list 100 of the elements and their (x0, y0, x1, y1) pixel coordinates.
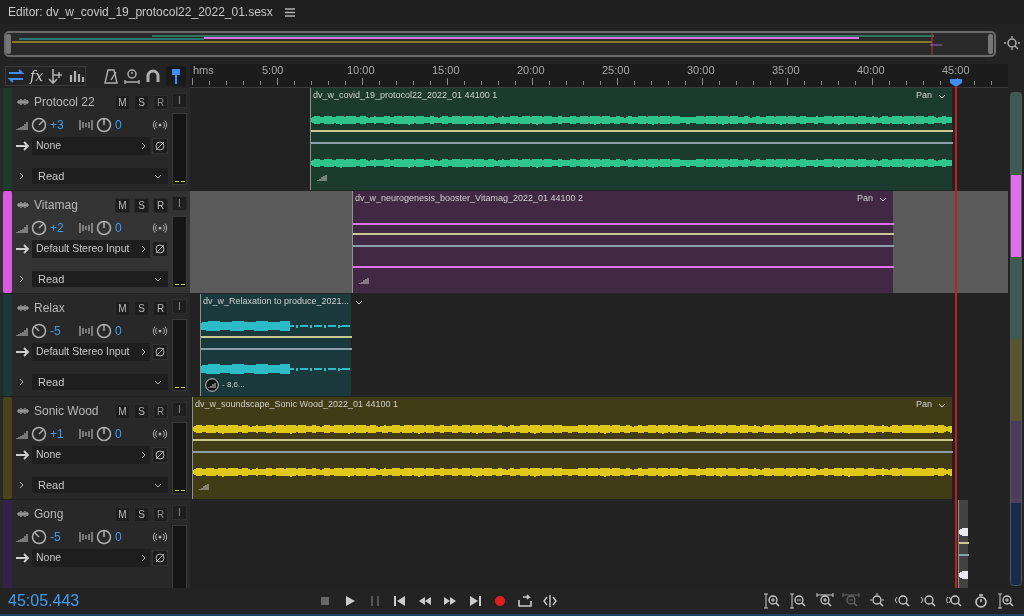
ruler-label: 20:00 (517, 64, 545, 77)
track-toggle[interactable]: R (153, 300, 168, 316)
broadcast-icon[interactable] (152, 223, 168, 233)
track-toggle[interactable]: M (115, 94, 130, 110)
pan-knob[interactable] (96, 529, 112, 545)
pan-knob[interactable] (96, 426, 112, 442)
vertical-scrollbar[interactable] (1010, 92, 1022, 586)
zoom-in-icon[interactable] (816, 593, 834, 609)
skip-to-start-icon[interactable] (393, 594, 407, 608)
volume-value[interactable]: -5 (50, 322, 76, 340)
track-name[interactable]: Vitamag (34, 196, 111, 214)
metronome-icon[interactable] (103, 68, 119, 84)
input-dropdown[interactable]: None (32, 549, 150, 567)
track-toggle[interactable]: R (153, 197, 168, 213)
volume-knob[interactable] (31, 117, 47, 133)
pan-knob[interactable] (96, 323, 112, 339)
stopwatch-icon[interactable] (124, 68, 140, 84)
play-icon[interactable] (343, 594, 357, 608)
swap-arrows-icon[interactable] (6, 67, 26, 85)
volume-knob[interactable] (31, 529, 47, 545)
record-icon[interactable] (493, 594, 507, 608)
pan-value[interactable]: 0 (115, 425, 135, 443)
pan-label[interactable]: Pan (916, 398, 932, 412)
pin-icon[interactable] (166, 66, 186, 86)
track-toggle[interactable]: M (115, 197, 130, 213)
zoom-in-icon[interactable] (998, 593, 1016, 609)
zoom-in-icon[interactable] (764, 593, 782, 609)
volume-value[interactable]: +2 (50, 219, 76, 237)
zoom-icon[interactable] (868, 593, 886, 609)
pan-knob[interactable] (96, 220, 112, 236)
phase-invert-button[interactable] (152, 138, 168, 154)
input-dropdown[interactable]: Default Stereo Input (32, 343, 150, 361)
automation-dropdown[interactable]: Read (32, 374, 168, 390)
input-dropdown[interactable]: None (32, 446, 150, 464)
automation-dropdown[interactable]: Read (32, 168, 168, 184)
automation-dropdown[interactable]: Read (32, 477, 168, 493)
volume-value[interactable]: -5 (50, 528, 76, 546)
track-name[interactable]: Relax (34, 299, 111, 317)
pan-value[interactable]: 0 (115, 322, 135, 340)
expand-chevron-icon[interactable] (19, 275, 24, 283)
pan-label[interactable]: Pan (916, 89, 932, 103)
pan-label[interactable]: Pan (857, 192, 873, 206)
track-toggle[interactable]: S (134, 94, 149, 110)
broadcast-icon[interactable] (152, 532, 168, 542)
input-dropdown[interactable]: None (32, 137, 150, 155)
pan-value[interactable]: 0 (115, 116, 135, 134)
volume-value[interactable]: +3 (50, 116, 76, 134)
stopwatch-icon[interactable] (972, 593, 990, 609)
volume-knob[interactable] (31, 220, 47, 236)
broadcast-icon[interactable] (152, 326, 168, 336)
audio-clip[interactable]: dv_w_soundscape_Sonic Wood_2022_01 44100 1 Pan (192, 397, 952, 499)
expand-chevron-icon[interactable] (19, 481, 24, 489)
loop-icon[interactable] (518, 594, 532, 608)
skip-selection-icon[interactable] (543, 594, 557, 608)
zoom-icon[interactable] (894, 593, 912, 609)
skip-to-end-icon[interactable] (468, 594, 482, 608)
zoom-out-icon[interactable] (790, 593, 808, 609)
pan-value[interactable]: 0 (115, 528, 135, 546)
track-toggle[interactable]: M (115, 300, 130, 316)
broadcast-icon[interactable] (152, 429, 168, 439)
zoom-icon[interactable] (1004, 36, 1020, 52)
track-name[interactable]: Sonic Wood (34, 402, 111, 420)
menu-icon[interactable] (284, 7, 295, 17)
zoom-icon[interactable] (920, 593, 938, 609)
volume-knob[interactable] (31, 426, 47, 442)
phase-invert-button[interactable] (152, 550, 168, 566)
stop-icon[interactable] (318, 594, 332, 608)
chevron-down-icon[interactable] (355, 299, 364, 305)
expand-chevron-icon[interactable] (19, 378, 24, 386)
audio-clip[interactable]: dv_w_neurogenesis_booster_Vitamag_2022_01 44100 2 Pan (352, 191, 893, 293)
gain-knob-icon[interactable] (205, 378, 219, 392)
track-toggle[interactable]: S (134, 300, 149, 316)
audio-clip[interactable]: dv_w_covid_19_protocol22_2022_01 44100 1 Pan (310, 88, 952, 190)
pan-value[interactable]: 0 (115, 219, 135, 237)
track-toggle[interactable]: M (115, 403, 130, 419)
rewind-icon[interactable] (418, 594, 432, 608)
time-ruler[interactable]: hms 5:00 10:00 15:00 20:00 25:00 30:00 35:00 40:00 45:00 (190, 64, 1008, 88)
volume-knob[interactable] (31, 323, 47, 339)
track-toggle[interactable]: M (115, 506, 130, 522)
broadcast-icon[interactable] (152, 120, 168, 130)
track-toggle[interactable]: S (134, 197, 149, 213)
chevron-down-icon[interactable] (879, 196, 887, 202)
track-toggle[interactable]: S (134, 506, 149, 522)
track-name[interactable]: Protocol 22 (34, 93, 111, 111)
zoom-icon[interactable] (946, 593, 964, 609)
chevron-down-icon[interactable] (938, 402, 946, 408)
phase-invert-button[interactable] (152, 447, 168, 463)
fast-forward-icon[interactable] (443, 594, 457, 608)
expand-chevron-icon[interactable] (19, 172, 24, 180)
automation-dropdown[interactable]: Read (32, 271, 168, 287)
pan-knob[interactable] (96, 117, 112, 133)
phase-invert-button[interactable] (152, 344, 168, 360)
chevron-down-icon[interactable] (938, 93, 946, 99)
phase-invert-button[interactable] (152, 241, 168, 257)
track-toggle[interactable]: S (134, 403, 149, 419)
track-name[interactable]: Gong (34, 505, 111, 523)
input-dropdown[interactable]: Default Stereo Input (32, 240, 150, 258)
magnet-icon[interactable] (145, 68, 161, 84)
overview-drawing[interactable] (4, 31, 996, 57)
volume-value[interactable]: +1 (50, 425, 76, 443)
